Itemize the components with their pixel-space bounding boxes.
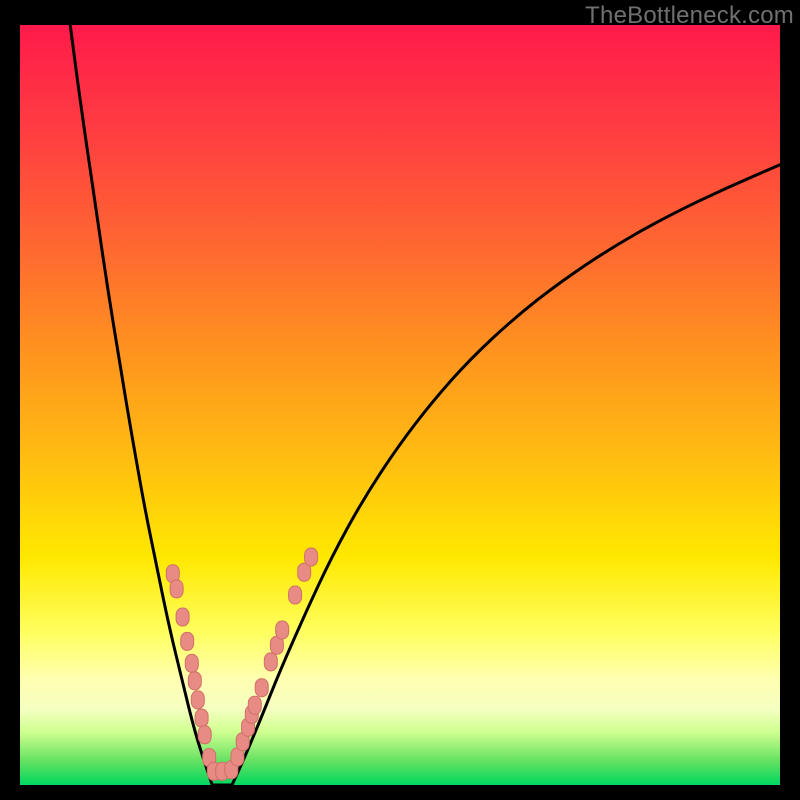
curve-layer xyxy=(20,25,780,785)
data-marker xyxy=(176,608,189,626)
data-marker xyxy=(170,580,183,598)
data-marker xyxy=(181,632,194,650)
plot-area xyxy=(20,25,780,785)
data-marker xyxy=(255,679,268,697)
marker-group xyxy=(166,548,317,780)
data-marker xyxy=(248,696,261,714)
right-curve xyxy=(232,165,780,785)
data-marker xyxy=(305,548,318,566)
chart-frame: TheBottleneck.com xyxy=(0,0,800,800)
data-marker xyxy=(185,654,198,672)
data-marker xyxy=(191,691,204,709)
data-marker xyxy=(198,726,211,744)
data-marker xyxy=(195,709,208,727)
data-marker xyxy=(276,621,289,639)
data-marker xyxy=(264,653,277,671)
data-marker xyxy=(188,672,201,690)
data-marker xyxy=(289,586,302,604)
watermark-text: TheBottleneck.com xyxy=(585,2,794,30)
